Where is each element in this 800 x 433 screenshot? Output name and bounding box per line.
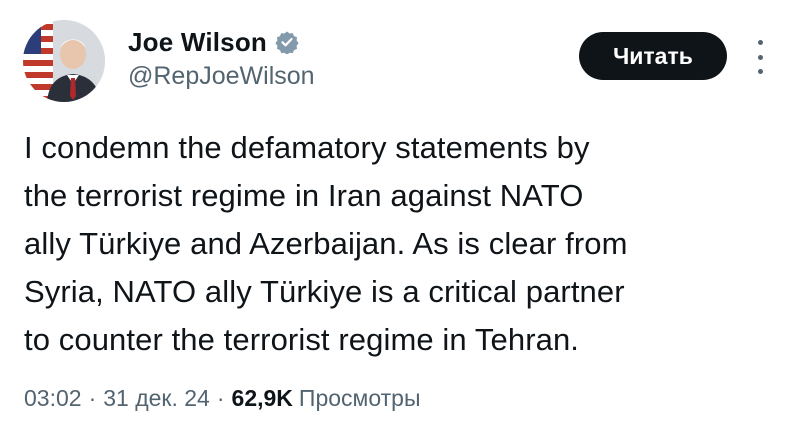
more-vertical-icon[interactable] [752,40,768,74]
tweet-time[interactable]: 03:02 [24,385,82,412]
verified-badge-icon [275,30,299,55]
avatar[interactable] [23,20,105,102]
tweet-text: I condemn the defamatory statements by t… [24,130,628,357]
tweet-card: Joe Wilson @RepJoeWilson Читать I condem… [0,0,800,433]
meta-separator: · [88,384,97,411]
tweet-date[interactable]: 31 дек. 24 [103,385,210,412]
tweet-meta: 03:02 · 31 дек. 24 · 62,9K Просмотры [24,380,420,416]
views-label[interactable]: Просмотры [299,385,421,412]
meta-separator: · [216,384,225,411]
flag-graphic [23,20,53,102]
follow-button[interactable]: Читать [579,32,727,80]
views-count[interactable]: 62,9K [232,385,293,412]
display-name[interactable]: Joe Wilson [128,27,267,58]
author-handle[interactable]: @RepJoeWilson [128,62,315,91]
avatar-image [23,20,105,102]
author-name-row: Joe Wilson [128,24,299,60]
